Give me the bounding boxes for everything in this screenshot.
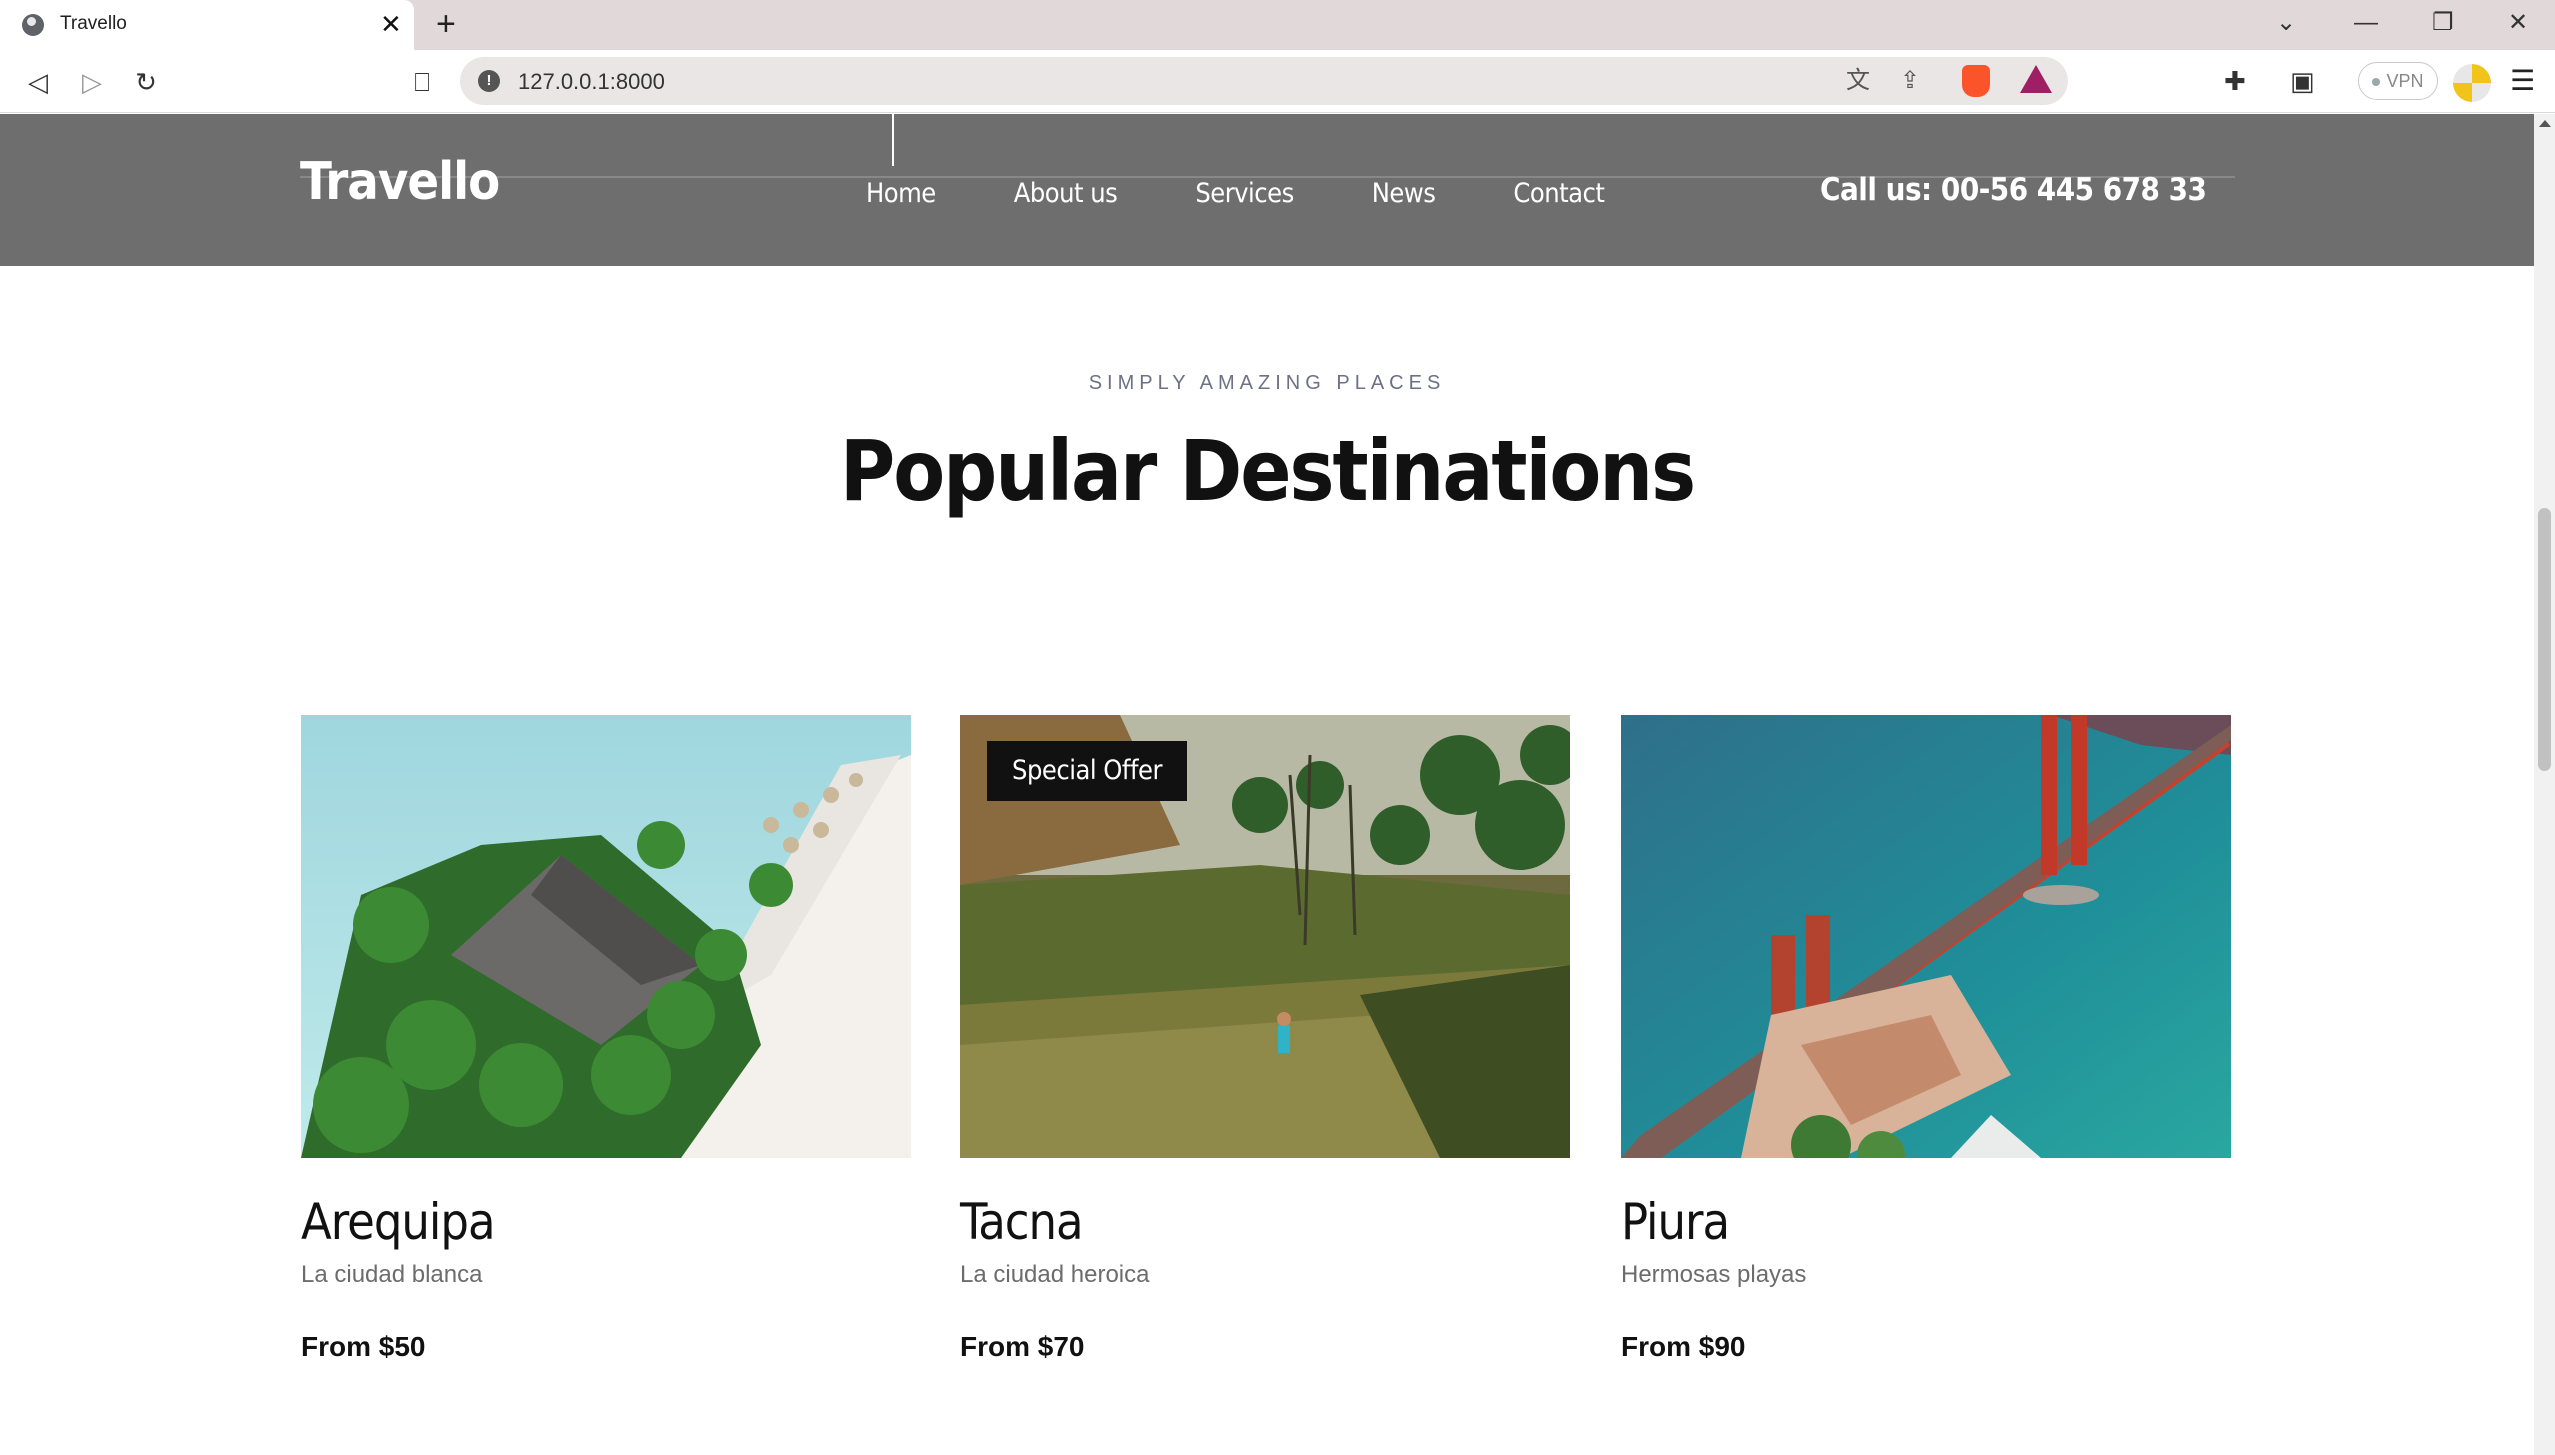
- section-title: Popular Destinations: [839, 422, 1696, 520]
- destination-card-tacna[interactable]: Special Offer Tacna La ciudad heroica Fr…: [960, 715, 1570, 1362]
- destination-subtitle: La ciudad heroica: [960, 1261, 1150, 1288]
- destination-price: From $70: [960, 1331, 1085, 1362]
- main-navigation: Home About us Services News Contact: [866, 178, 1682, 209]
- tab-search-icon[interactable]: ⌄: [2276, 8, 2296, 38]
- browser-tab-strip: Travello ✕ + ⌄ — ❐ ✕: [0, 0, 2555, 50]
- destination-name[interactable]: Tacna: [960, 1193, 1084, 1251]
- brave-rewards-icon[interactable]: [2020, 65, 2052, 93]
- section-eyebrow: SIMPLY AMAZING PLACES: [1088, 372, 1446, 394]
- destination-image-terraces[interactable]: Special Offer: [960, 715, 1570, 1158]
- destination-subtitle: Hermosas playas: [1621, 1261, 1807, 1288]
- bookmark-icon[interactable]: ⎕: [404, 64, 440, 100]
- profile-avatar[interactable]: [2453, 64, 2491, 102]
- page-scrollbar[interactable]: [2534, 114, 2555, 1455]
- phone-number[interactable]: Call us: 00-56 445 678 33: [1820, 172, 2207, 208]
- nav-link-news[interactable]: News: [1372, 178, 1436, 209]
- site-logo[interactable]: Travello: [300, 152, 500, 212]
- destination-price: From $90: [1621, 1331, 1746, 1362]
- url-text[interactable]: 127.0.0.1:8000: [518, 69, 665, 95]
- special-offer-badge: Special Offer: [987, 741, 1187, 801]
- destination-name[interactable]: Arequipa: [301, 1193, 496, 1251]
- site-info-icon[interactable]: !: [478, 70, 500, 92]
- destination-card-arequipa[interactable]: Arequipa La ciudad blanca From $50: [301, 715, 911, 1362]
- destination-card-piura[interactable]: Piura Hermosas playas From $90: [1621, 715, 2231, 1362]
- nav-link-services[interactable]: Services: [1195, 178, 1294, 209]
- active-menu-indicator: [892, 114, 894, 166]
- reload-icon[interactable]: ↻: [128, 64, 164, 100]
- vpn-button[interactable]: VPN: [2358, 62, 2438, 100]
- wallet-icon[interactable]: ▣: [2290, 64, 2315, 98]
- extensions-icon[interactable]: ✚: [2224, 64, 2246, 98]
- scrollbar-thumb[interactable]: [2538, 508, 2551, 771]
- site-header: Travello Home About us Services News Con…: [0, 114, 2534, 266]
- destination-image-beach[interactable]: [301, 715, 911, 1158]
- destination-image-bridge[interactable]: [1621, 715, 2231, 1158]
- minimize-icon[interactable]: —: [2354, 8, 2378, 38]
- new-tab-icon[interactable]: +: [436, 6, 456, 42]
- nav-link-contact[interactable]: Contact: [1513, 178, 1605, 209]
- browser-tab[interactable]: Travello ✕: [0, 0, 414, 50]
- vpn-status-dot: [2372, 78, 2381, 87]
- restore-icon[interactable]: ❐: [2432, 8, 2454, 38]
- translate-icon[interactable]: 文: [1846, 67, 1870, 95]
- destination-name[interactable]: Piura: [1621, 1193, 1730, 1251]
- browser-toolbar: ◁ ▷ ↻ ⎕ ! 127.0.0.1:8000 文 ⇪ ✚ ▣ VPN ☰: [0, 50, 2555, 113]
- address-bar[interactable]: ! 127.0.0.1:8000 文 ⇪: [460, 57, 2068, 105]
- page-viewport: Travello Home About us Services News Con…: [0, 114, 2534, 1455]
- share-icon[interactable]: ⇪: [1900, 67, 1920, 95]
- nav-link-home[interactable]: Home: [866, 178, 936, 209]
- close-tab-icon[interactable]: ✕: [380, 10, 402, 38]
- back-icon[interactable]: ◁: [20, 64, 56, 100]
- tab-title: Travello: [60, 13, 127, 34]
- close-window-icon[interactable]: ✕: [2508, 8, 2528, 38]
- browser-menu-icon[interactable]: ☰: [2510, 64, 2535, 98]
- destination-price: From $50: [301, 1331, 426, 1362]
- scroll-up-arrow-icon[interactable]: [2539, 120, 2551, 127]
- forward-icon[interactable]: ▷: [74, 64, 110, 100]
- destination-subtitle: La ciudad blanca: [301, 1261, 483, 1288]
- brave-shields-icon[interactable]: [1962, 65, 1990, 97]
- vpn-label: VPN: [2386, 71, 2424, 91]
- nav-link-about-us[interactable]: About us: [1014, 178, 1118, 209]
- globe-icon: [22, 14, 44, 36]
